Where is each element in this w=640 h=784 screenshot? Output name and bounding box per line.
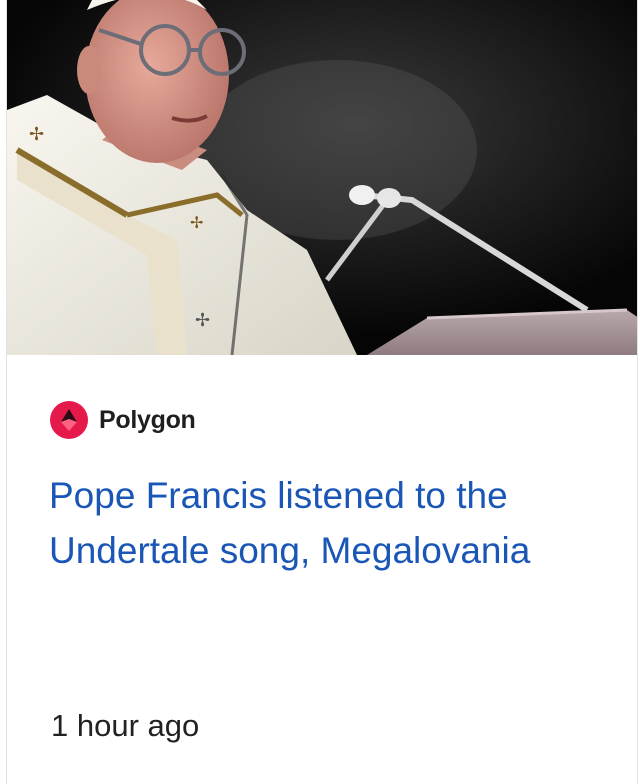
article-headline[interactable]: Pope Francis listened to the Undertale s… (49, 468, 589, 578)
article-timestamp: 1 hour ago (51, 708, 200, 743)
news-card[interactable]: ✢ ✢ ✢ Polygon Pope Francis listened to t… (6, 0, 638, 784)
article-source[interactable]: Polygon (49, 400, 196, 440)
polygon-logo-icon (50, 401, 88, 439)
source-name: Polygon (99, 405, 196, 434)
svg-text:✢: ✢ (190, 213, 203, 232)
article-thumbnail[interactable]: ✢ ✢ ✢ (7, 0, 637, 355)
svg-text:✢: ✢ (29, 124, 44, 145)
pope-photo: ✢ ✢ ✢ (7, 0, 637, 355)
svg-text:✢: ✢ (195, 310, 210, 331)
